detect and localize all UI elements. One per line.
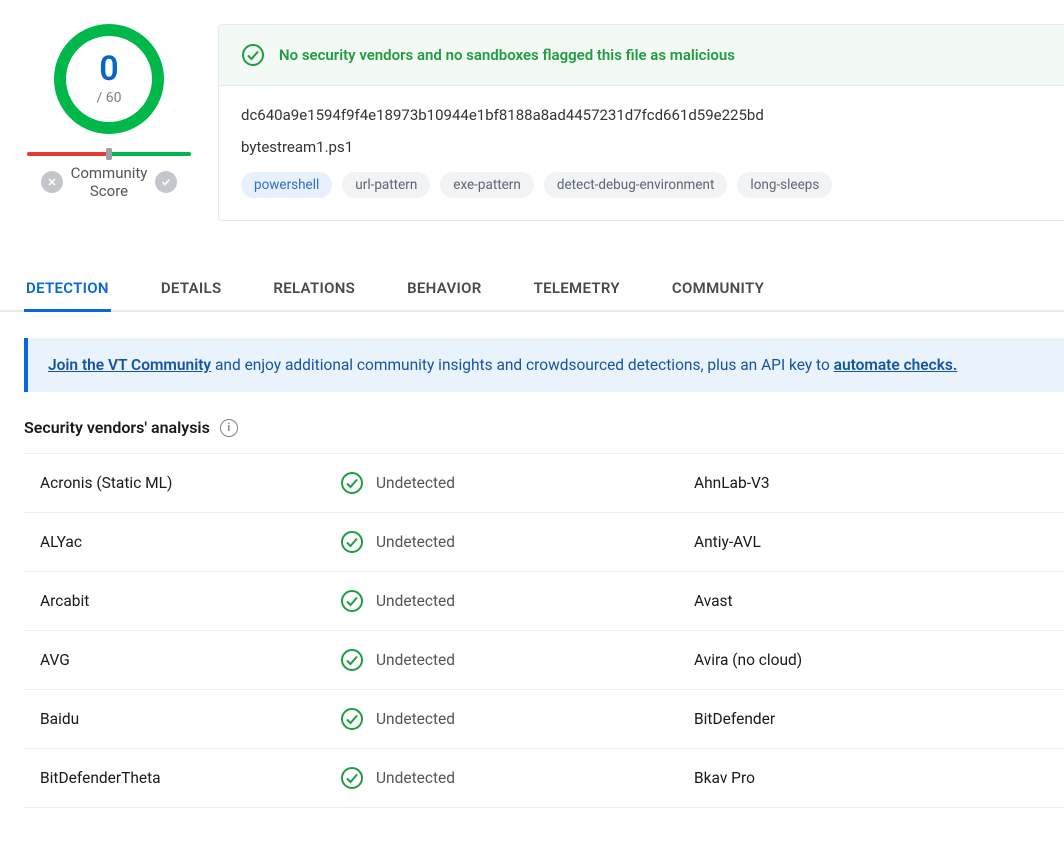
vendor-row: Baidu Undetected BitDefender	[24, 690, 1064, 749]
join-banner: Join the VT Community and enjoy addition…	[24, 338, 1064, 392]
vendor-name-left: Acronis (Static ML)	[40, 474, 340, 492]
vendors-table: Acronis (Static ML) Undetected AhnLab-V3 AL…	[24, 453, 1064, 808]
community-gauge	[27, 152, 191, 156]
tag-detect-debug-environment[interactable]: detect-debug-environment	[544, 172, 728, 198]
vendor-status: Undetected	[340, 648, 694, 672]
tag-list: powershell url-pattern exe-pattern detect-d…	[241, 172, 1042, 198]
vendor-name-left: AVG	[40, 651, 340, 669]
vendor-row: Acronis (Static ML) Undetected AhnLab-V3	[24, 454, 1064, 513]
vendor-status: Undetected	[340, 707, 694, 731]
status-label: Undetected	[376, 651, 455, 669]
vendor-status: Undetected	[340, 471, 694, 495]
vendor-status: Undetected	[340, 589, 694, 613]
vendor-row: AVG Undetected Avira (no cloud)	[24, 631, 1064, 690]
file-name: bytestream1.ps1	[241, 138, 1042, 156]
vendor-status: Undetected	[340, 766, 694, 790]
score-value: 0	[99, 52, 118, 86]
score-widget: 0 / 60 Community Score	[24, 24, 194, 221]
check-icon	[340, 471, 364, 495]
vendor-name-right: Bkav Pro	[694, 769, 1048, 787]
vendor-name-right: Antiy-AVL	[694, 533, 1048, 551]
tab-community[interactable]: COMMUNITY	[670, 265, 766, 312]
community-score-label: Community Score	[71, 164, 148, 200]
vendor-name-right: AhnLab-V3	[694, 474, 1048, 492]
close-icon[interactable]	[41, 171, 63, 193]
tab-bar: DETECTION DETAILS RELATIONS BEHAVIOR TELEMET…	[0, 265, 1064, 312]
vendor-name-left: BitDefenderTheta	[40, 769, 340, 787]
vendor-name-left: ALYac	[40, 533, 340, 551]
vendor-name-right: BitDefender	[694, 710, 1048, 728]
join-community-link[interactable]: Join the VT Community	[48, 356, 211, 374]
vendor-row: BitDefenderTheta Undetected Bkav Pro	[24, 749, 1064, 808]
vendor-status: Undetected	[340, 530, 694, 554]
vendor-name-left: Arcabit	[40, 592, 340, 610]
vendors-heading-row: Security vendors' analysis i	[0, 418, 1064, 453]
score-denominator: / 60	[97, 90, 122, 106]
status-label: Undetected	[376, 474, 455, 492]
vendor-name-left: Baidu	[40, 710, 340, 728]
tag-powershell[interactable]: powershell	[241, 172, 332, 198]
clean-banner: No security vendors and no sandboxes fla…	[219, 25, 1064, 86]
vendor-row: Arcabit Undetected Avast	[24, 572, 1064, 631]
tab-telemetry[interactable]: TELEMETRY	[532, 265, 622, 312]
tag-long-sleeps[interactable]: long-sleeps	[737, 172, 832, 198]
vendor-row: ALYac Undetected Antiy-AVL	[24, 513, 1064, 572]
automate-checks-link[interactable]: automate checks.	[834, 356, 958, 374]
tag-url-pattern[interactable]: url-pattern	[342, 172, 430, 198]
join-mid-text: and enjoy additional community insights …	[211, 356, 833, 374]
info-icon[interactable]: i	[220, 419, 238, 437]
check-icon	[340, 648, 364, 672]
vendors-heading: Security vendors' analysis	[24, 418, 210, 437]
tab-behavior[interactable]: BEHAVIOR	[405, 265, 483, 312]
tab-relations[interactable]: RELATIONS	[271, 265, 357, 312]
summary-panel: No security vendors and no sandboxes fla…	[218, 24, 1064, 221]
banner-text: No security vendors and no sandboxes fla…	[279, 46, 735, 64]
file-hash: dc640a9e1594f9f4e18973b10944e1bf8188a8ad…	[241, 106, 1042, 124]
check-icon	[241, 43, 265, 67]
tab-details[interactable]: DETAILS	[159, 265, 224, 312]
check-icon	[340, 589, 364, 613]
status-label: Undetected	[376, 710, 455, 728]
status-label: Undetected	[376, 592, 455, 610]
tab-detection[interactable]: DETECTION	[24, 265, 111, 312]
check-icon	[340, 766, 364, 790]
score-ring: 0 / 60	[54, 24, 164, 134]
check-icon	[340, 530, 364, 554]
status-label: Undetected	[376, 533, 455, 551]
check-icon	[340, 707, 364, 731]
gauge-knob	[106, 148, 112, 160]
check-icon[interactable]	[155, 171, 177, 193]
status-label: Undetected	[376, 769, 455, 787]
vendor-name-right: Avast	[694, 592, 1048, 610]
tag-exe-pattern[interactable]: exe-pattern	[440, 172, 534, 198]
vendor-name-right: Avira (no cloud)	[694, 651, 1048, 669]
